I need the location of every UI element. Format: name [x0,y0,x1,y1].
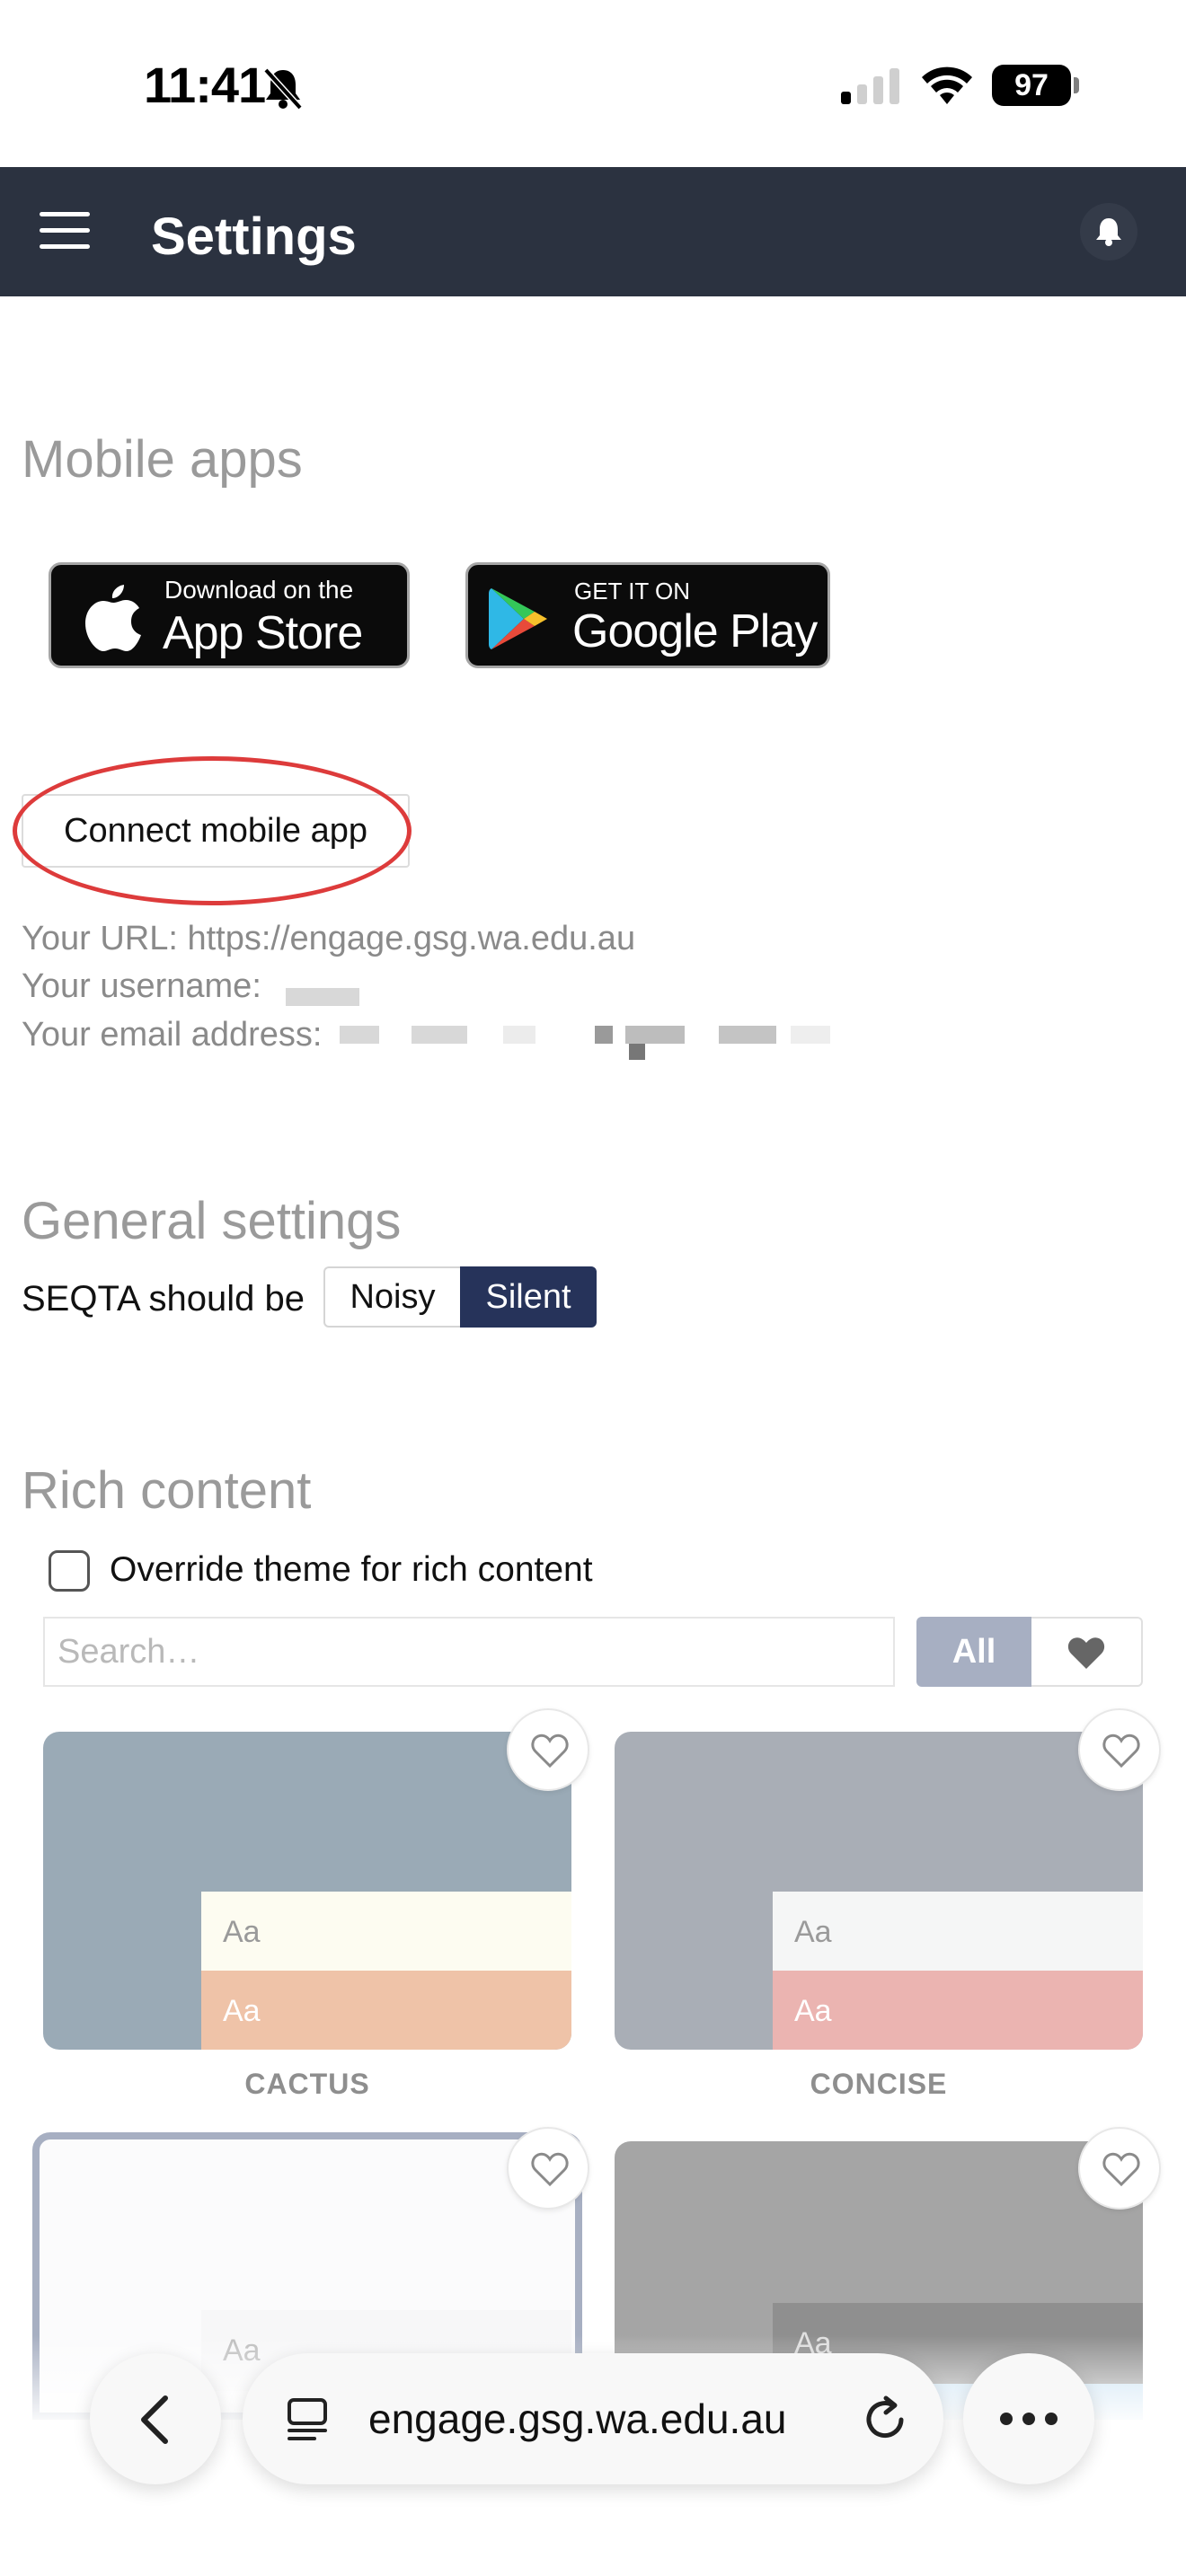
battery-indicator: 97 [992,65,1071,106]
google-play-small-text: GET IT ON [574,578,691,604]
theme-sample-row-accent: Aa [201,1971,571,2050]
menu-icon[interactable] [40,212,90,251]
app-header: Settings [0,167,1186,296]
seqta-mode-label: SEQTA should be [22,1279,305,1319]
theme-search-input[interactable]: Search… [43,1617,895,1687]
heart-outline-icon [1102,1734,1140,1769]
reload-icon[interactable] [859,2393,911,2445]
theme-card-concise[interactable]: Aa Aa [615,1732,1143,2050]
app-store-badge[interactable]: Download on the App Store [49,562,410,668]
browser-back-button[interactable] [90,2353,221,2484]
theme-name-cactus: CACTUS [244,2068,370,2100]
app-store-small-text: Download on the [164,576,354,604]
silent-option[interactable]: Silent [460,1266,597,1328]
general-settings-heading: General settings [22,1192,402,1250]
connect-mobile-app-button[interactable]: Connect mobile app [22,794,410,868]
your-url-text: Your URL: https://engage.gsg.wa.edu.au [22,920,636,957]
your-username-label: Your username: [22,967,261,1005]
apple-icon [85,585,141,651]
status-bar: 11:41 97 [0,0,1186,167]
theme-card-cactus[interactable]: Aa Aa [43,1732,571,2050]
heart-outline-icon [531,1734,569,1769]
page-menu-icon [288,2398,327,2440]
browser-address-bar[interactable]: engage.gsg.wa.edu.au [243,2353,943,2484]
silent-mode-icon [261,65,305,116]
redacted-username [286,988,359,1006]
theme-name-concise: CONCISE [810,2068,948,2100]
heart-filled-icon [1067,1637,1105,1669]
filter-favourites-button[interactable] [1031,1617,1143,1687]
status-time: 11:41 [144,57,266,113]
favourite-theme-3-button[interactable] [507,2127,589,2210]
chevron-left-icon [141,2395,168,2444]
favourite-cactus-button[interactable] [507,1708,589,1791]
override-theme-checkbox[interactable] [49,1550,90,1592]
google-play-icon [489,588,547,649]
wifi-icon [920,65,974,110]
battery-tip [1074,77,1079,93]
browser-url-text: engage.gsg.wa.edu.au [368,2395,787,2442]
more-options-icon [1000,2413,1058,2425]
noisy-option[interactable]: Noisy [323,1266,460,1328]
override-theme-label: Override theme for rich content [110,1550,593,1589]
cellular-signal-icon [841,68,900,109]
heart-outline-icon [531,2152,569,2187]
page-title: Settings [151,207,357,266]
theme-sample-row-light: Aa [201,1892,571,1972]
google-play-badge[interactable]: GET IT ON Google Play [465,562,830,668]
mobile-apps-heading: Mobile apps [22,430,303,489]
favourite-concise-button[interactable] [1078,1708,1161,1791]
filter-all-button[interactable]: All [916,1617,1031,1687]
google-play-big-text: Google Play [572,605,818,657]
bell-icon [1096,218,1121,246]
browser-more-button[interactable] [963,2353,1094,2484]
favourite-theme-4-button[interactable] [1078,2127,1161,2210]
rich-content-heading: Rich content [22,1461,312,1520]
theme-sample-row-light: Aa [773,1892,1143,1972]
theme-sample-row-accent: Aa [773,1971,1143,2050]
notifications-button[interactable] [1080,203,1137,260]
heart-outline-icon [1102,2152,1140,2187]
your-email-label: Your email address: [22,1016,323,1054]
app-store-big-text: App Store [163,607,363,659]
